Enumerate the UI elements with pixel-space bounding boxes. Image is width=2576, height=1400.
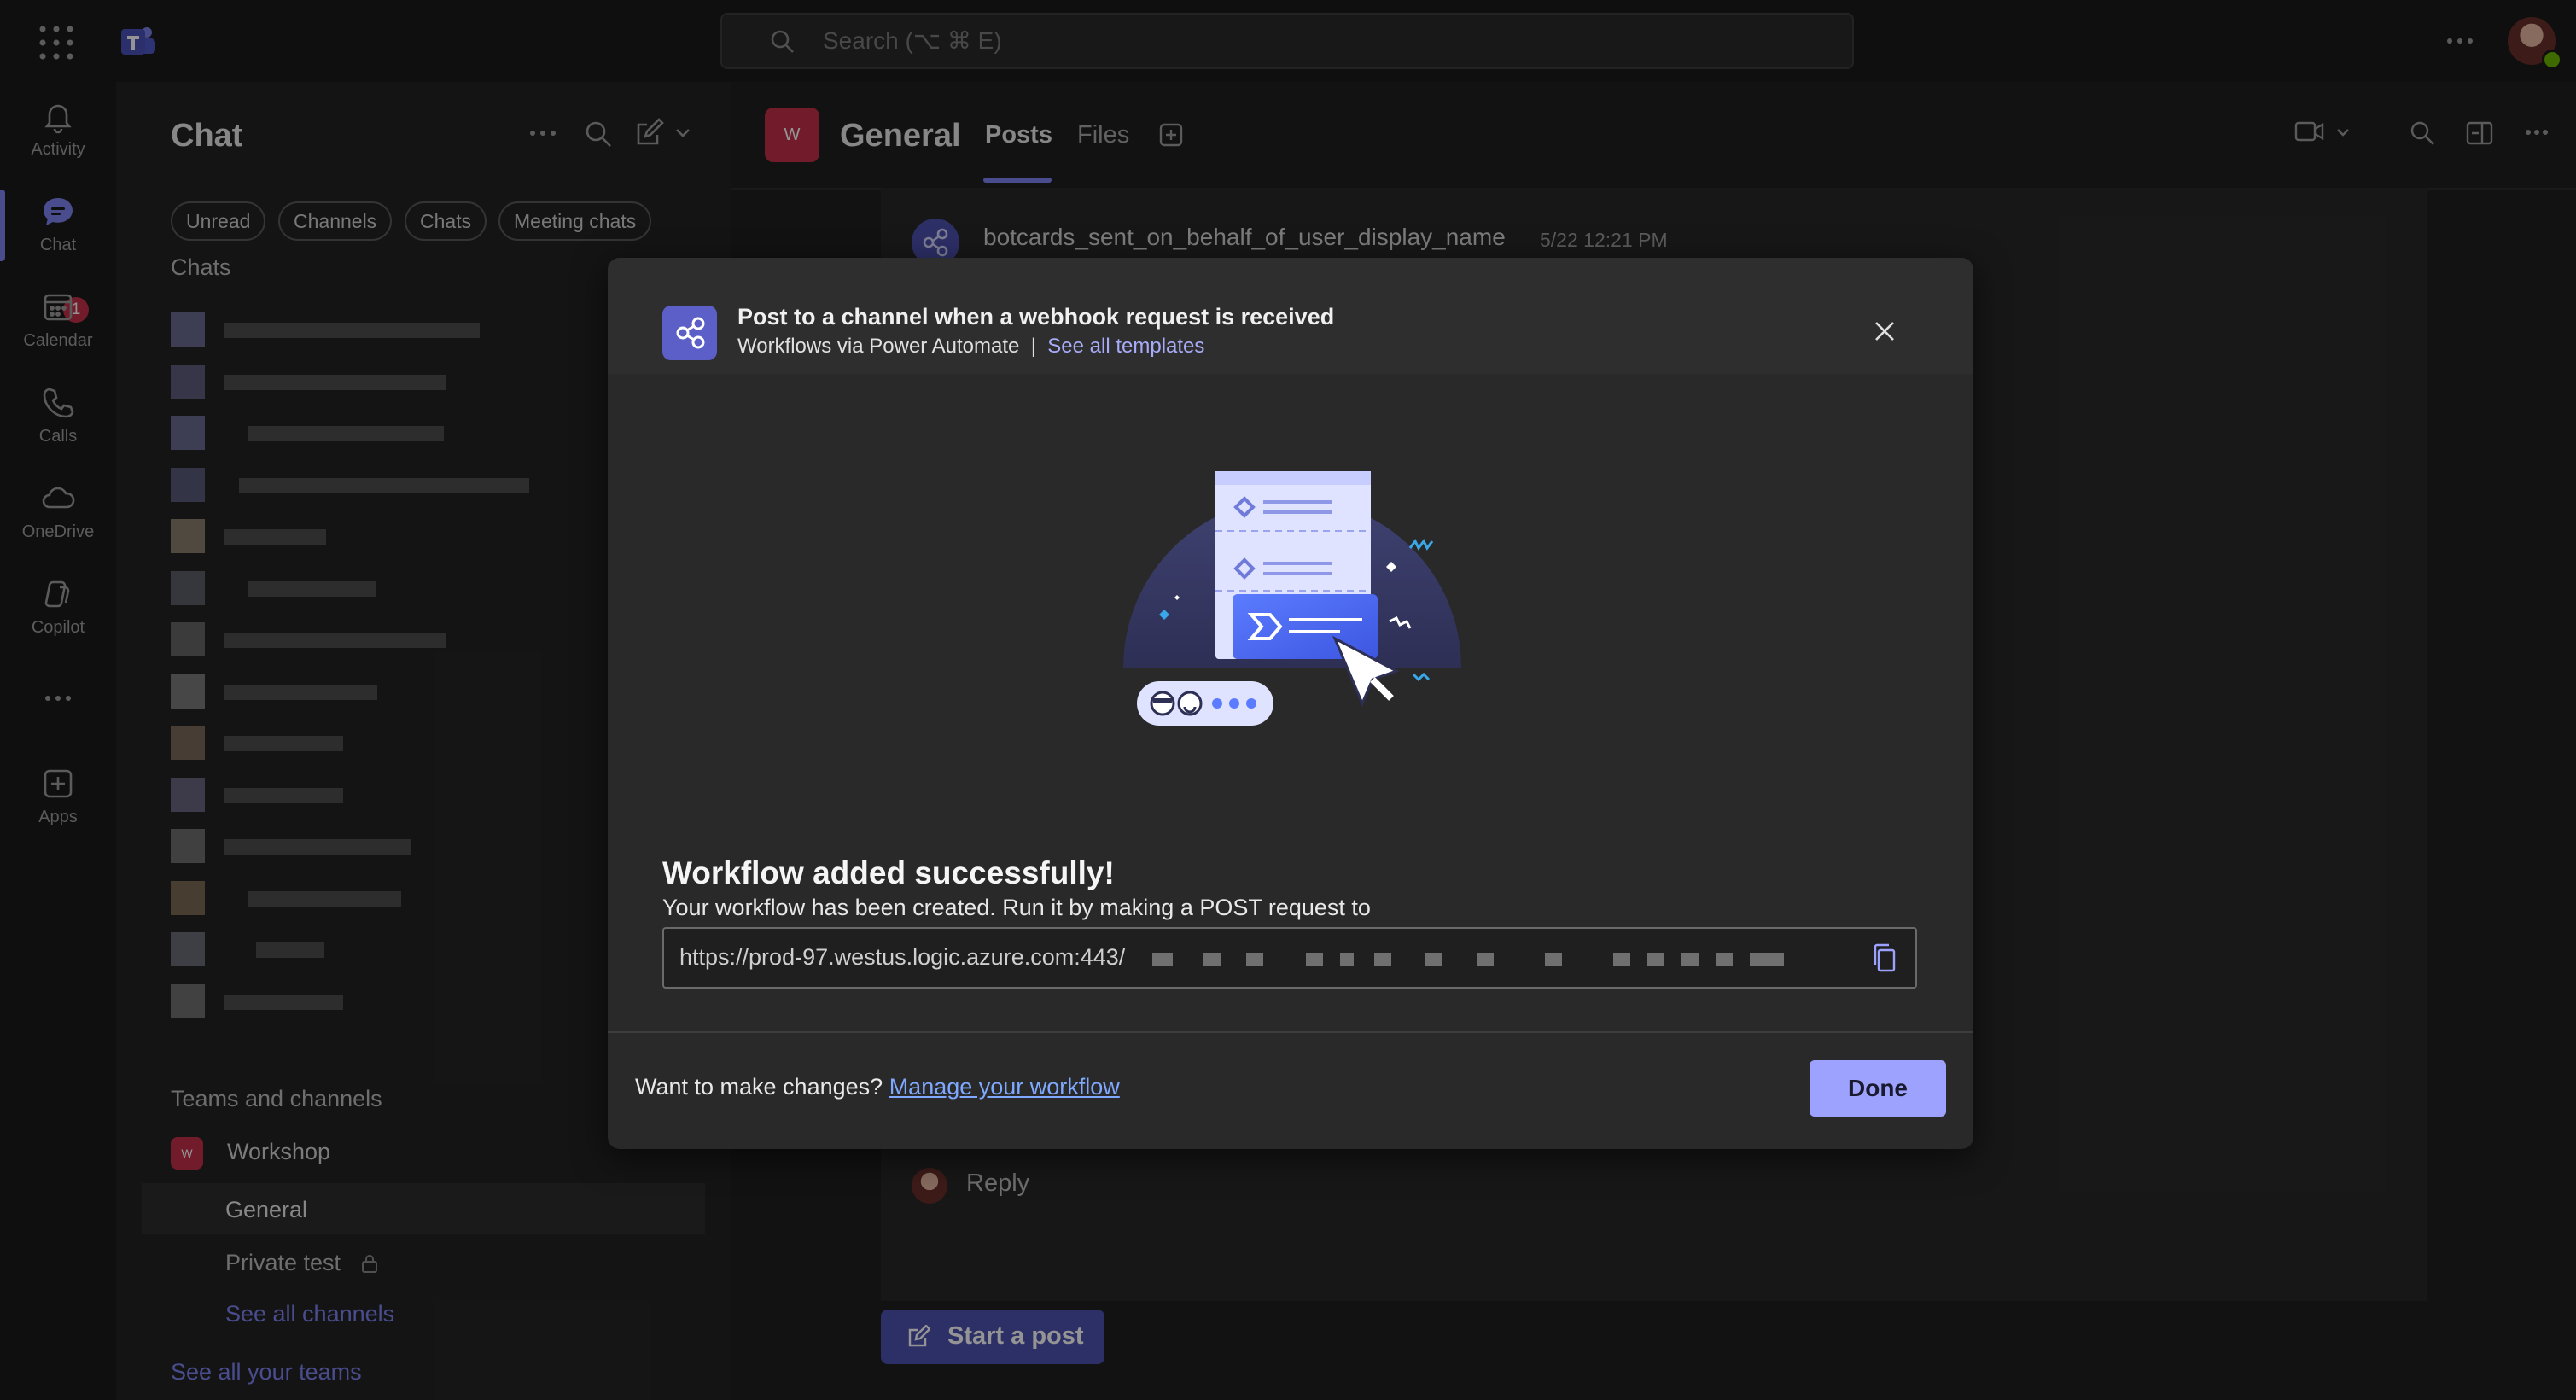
dialog-footer-text: Want to make changes? Manage your workfl… xyxy=(635,1074,1120,1100)
dialog-title: Post to a channel when a webhook request… xyxy=(737,304,1335,330)
dialog-subtitle: Workflows via Power Automate | See all t… xyxy=(737,335,1204,359)
close-icon[interactable] xyxy=(1871,318,1898,345)
dialog-header: Post to a channel when a webhook request… xyxy=(608,258,1973,374)
workflow-source: Workflows via Power Automate xyxy=(737,335,1020,358)
success-title: Workflow added successfully! xyxy=(662,855,1115,890)
changes-prompt: Want to make changes? xyxy=(635,1074,883,1100)
workflow-success-illustration xyxy=(1113,463,1472,736)
redacted-url-segment xyxy=(1152,949,1852,970)
success-description: Your workflow has been created. Run it b… xyxy=(662,895,1371,920)
webhook-url-field[interactable]: https://prod-97.westus.logic.azure.com:4… xyxy=(662,927,1917,989)
webhook-url-text: https://prod-97.westus.logic.azure.com:4… xyxy=(679,944,1126,970)
copy-icon[interactable] xyxy=(1871,942,1897,973)
subtitle-separator: | xyxy=(1030,335,1036,358)
manage-workflow-link[interactable]: Manage your workflow xyxy=(889,1074,1120,1100)
dialog-divider xyxy=(608,1031,1973,1033)
workflow-dialog: Post to a channel when a webhook request… xyxy=(608,258,1973,1149)
done-button[interactable]: Done xyxy=(1810,1060,1946,1117)
see-all-templates-link[interactable]: See all templates xyxy=(1047,335,1204,358)
workflow-share-icon xyxy=(662,306,717,360)
